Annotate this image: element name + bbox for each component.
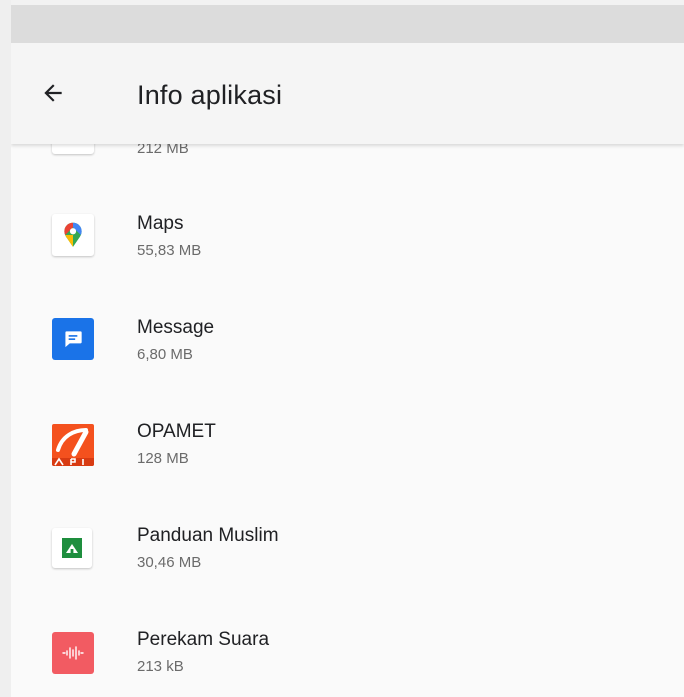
page-title: Info aplikasi [137, 80, 283, 110]
voice-wave-icon [52, 632, 94, 674]
message-bubble-icon [52, 318, 94, 360]
app-name: Perekam Suara [137, 629, 270, 650]
back-button[interactable] [33, 73, 73, 113]
app-bar: Info aplikasi [11, 43, 684, 144]
app-name: Panduan Muslim [137, 525, 279, 546]
screen: Info aplikasi 212 MB Maps 55,83 MB Messa… [11, 43, 684, 697]
list-item-opamet[interactable]: OPAMET 128 MB [11, 400, 684, 504]
status-bar [11, 5, 684, 43]
app-name: OPAMET [137, 421, 216, 442]
app-size: 6,80 MB [137, 346, 193, 363]
app-size: 213 kB [137, 658, 184, 675]
left-gutter [0, 0, 11, 697]
list-item-maps[interactable]: Maps 55,83 MB [11, 192, 684, 296]
app-name: Message [137, 317, 215, 338]
app-size: 30,46 MB [137, 554, 202, 571]
arrow-back-icon [44, 84, 62, 102]
list-item-message[interactable]: Message 6,80 MB [11, 296, 684, 400]
list-item-panduan-muslim[interactable]: Panduan Muslim 30,46 MB [11, 504, 684, 608]
mosque-icon [52, 528, 92, 568]
app-size: 128 MB [137, 450, 189, 467]
opamet-logo-icon [52, 424, 94, 466]
app-name: Maps [137, 213, 184, 234]
maps-pin-icon [52, 214, 94, 256]
list-item-perekam-suara[interactable]: Perekam Suara 213 kB [11, 608, 684, 697]
app-size: 55,83 MB [137, 242, 202, 259]
